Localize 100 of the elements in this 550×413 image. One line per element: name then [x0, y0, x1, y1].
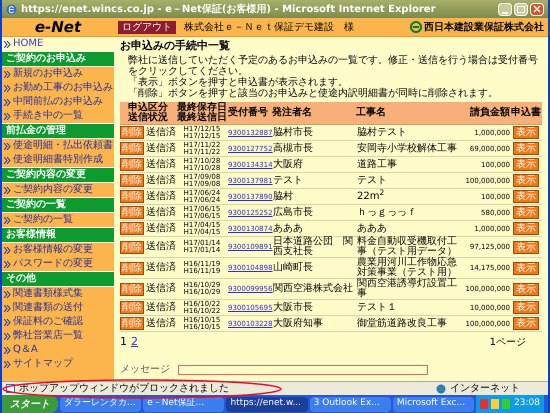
- column-header: 請負金額: [462, 102, 510, 124]
- section-header: その他: [2, 271, 114, 287]
- chevron-icon: [4, 216, 11, 224]
- status-text: 送信済: [146, 284, 176, 294]
- section-header: お客様情報: [2, 227, 114, 243]
- logout-button[interactable]: ログアウト: [118, 20, 176, 34]
- description-text: 「削除」ボタンを押すと該当のお申込みと使途内訳明細書が同時に削除されます。: [128, 88, 499, 99]
- table-cell: テスト: [356, 172, 462, 188]
- status-text: 送信済: [146, 263, 176, 273]
- company-logo-icon: [410, 21, 422, 33]
- sidebar-item[interactable]: 中間前払のお申込み: [2, 95, 114, 109]
- table-cell: 山崎町長: [272, 258, 356, 278]
- tray-icons: [480, 399, 510, 409]
- table-cell: あああ: [272, 220, 356, 236]
- sidebar-item[interactable]: ご契約内容の変更: [2, 183, 114, 197]
- sidebar-item[interactable]: 関連書類の送付: [2, 301, 114, 315]
- start-button[interactable]: スタート: [2, 395, 58, 413]
- taskbar-button[interactable]: e－Net保証...: [143, 396, 224, 412]
- table-cell: 安岡寺小学校解体工事: [356, 140, 462, 156]
- table-cell: テスト１: [356, 300, 462, 316]
- table-cell: 脇村テスト: [356, 124, 462, 140]
- sidebar-item[interactable]: 手続き中の一覧: [2, 109, 114, 123]
- close-button[interactable]: [530, 2, 544, 16]
- section-header: ご契約内容の変更: [2, 167, 114, 183]
- taskbar-button[interactable]: ダラーレンタカ...: [60, 396, 142, 412]
- message-label: メッセージ: [120, 363, 170, 377]
- table-cell: 22m$^{2}$: [356, 188, 462, 204]
- sidebar-item[interactable]: パスワードの変更: [2, 257, 114, 271]
- table-cell: 広島市長: [272, 204, 356, 220]
- status-text: 送信済: [146, 208, 176, 218]
- chevron-icon: [4, 260, 11, 268]
- sidebar-item[interactable]: サイトマップ: [2, 357, 114, 371]
- table-cell: あああ: [356, 220, 462, 236]
- sidebar-item[interactable]: 関連書類様式集: [2, 287, 114, 301]
- page-link[interactable]: 2: [131, 334, 138, 350]
- minimize-button[interactable]: [498, 2, 512, 16]
- chevron-icon: [4, 142, 11, 150]
- chevron-icon: [4, 186, 11, 194]
- status-text: 送信済: [146, 192, 176, 202]
- chevron-icon: [4, 346, 11, 354]
- chevron-icon: [4, 332, 11, 340]
- chevron-icon: [4, 290, 11, 298]
- sidebar-item[interactable]: 弊社営業店一覧: [2, 329, 114, 343]
- page-count: 1ページ: [490, 336, 526, 350]
- chevron-icon: [4, 98, 11, 106]
- logo: e-Net: [34, 20, 82, 34]
- column-header: 申込区分 送信状況: [120, 102, 176, 124]
- table-cell: 関西空港誘導灯設置工事: [356, 278, 462, 300]
- status-text: 送信済: [146, 224, 176, 234]
- table-cell: 大阪市長: [272, 300, 356, 316]
- column-header: 受付番号: [228, 102, 272, 124]
- chevron-icon: [4, 318, 11, 326]
- column-header: 工事名: [356, 102, 462, 124]
- status-text: 送信済: [146, 318, 176, 328]
- sidebar-item[interactable]: 使途明細書特別作成: [2, 153, 114, 167]
- message-field[interactable]: [178, 364, 428, 374]
- table-cell: テスト: [272, 172, 356, 188]
- home-link[interactable]: HOME: [2, 37, 114, 51]
- table-cell: 料金自動収受機取付工事（テスト用データ）: [356, 236, 462, 258]
- sidebar-item[interactable]: 使途明細・払出依頼書: [2, 139, 114, 153]
- chevron-icon: [4, 156, 11, 164]
- chevron-icon: [4, 84, 11, 92]
- table-cell: 御堂筋道路改良工事: [356, 316, 462, 332]
- window-title: https://enet.wincs.co.jp - e－Net保証(お客様用) - Microsoft Internet Explorer: [21, 2, 437, 16]
- status-text: 送信済: [146, 302, 176, 312]
- table-cell: 関西空港株式会社: [272, 278, 356, 300]
- status-text: 送信済: [146, 242, 176, 252]
- status-text: 送信済: [146, 128, 176, 138]
- zone-text: インターネット: [450, 384, 520, 394]
- taskbar-button[interactable]: https://enet.w...: [226, 396, 308, 412]
- sidebar-item[interactable]: お勤め工事のお申込み: [2, 81, 114, 95]
- table-cell: 道路工事: [356, 156, 462, 172]
- taskbar-button[interactable]: Microsoft Exc...: [392, 396, 474, 412]
- column-header: 申込書: [510, 102, 542, 124]
- section-header: ご契約の一覧: [2, 197, 114, 213]
- sidebar-item[interactable]: 新規のお申込み: [2, 67, 114, 81]
- chevron-icon: [4, 304, 11, 312]
- column-header: 発注者名: [272, 102, 356, 124]
- table-cell: 日本道路公団 関西支社長: [272, 236, 356, 258]
- chevron-icon: [4, 360, 11, 368]
- sidebar-item[interactable]: Q＆A: [2, 343, 114, 357]
- section-header: 前払金の管理: [2, 123, 114, 139]
- status-text: 送信済: [146, 176, 176, 186]
- chevron-icon: [4, 112, 11, 120]
- minimize-icon: [502, 12, 508, 14]
- browser-icon: [6, 4, 17, 14]
- taskbar-button[interactable]: 3 Outlook Ex...: [310, 396, 391, 412]
- company-name: 西日本建設業保証株式会社: [424, 20, 544, 34]
- chevron-icon: [4, 70, 11, 78]
- maximize-button[interactable]: [514, 2, 528, 16]
- table-cell: 高槻市長: [272, 140, 356, 156]
- page-link[interactable]: 1: [120, 334, 127, 350]
- sidebar-item[interactable]: ご契約の一覧: [2, 213, 114, 227]
- sidebar-item[interactable]: 保証料のご確認: [2, 315, 114, 329]
- close-icon: [533, 5, 541, 13]
- table-cell: 脇村: [272, 188, 356, 204]
- table-cell: 脇村市長: [272, 124, 356, 140]
- sidebar-item[interactable]: お客様情報の変更: [2, 243, 114, 257]
- globe-icon: [436, 384, 446, 394]
- table-cell: 大阪府: [272, 156, 356, 172]
